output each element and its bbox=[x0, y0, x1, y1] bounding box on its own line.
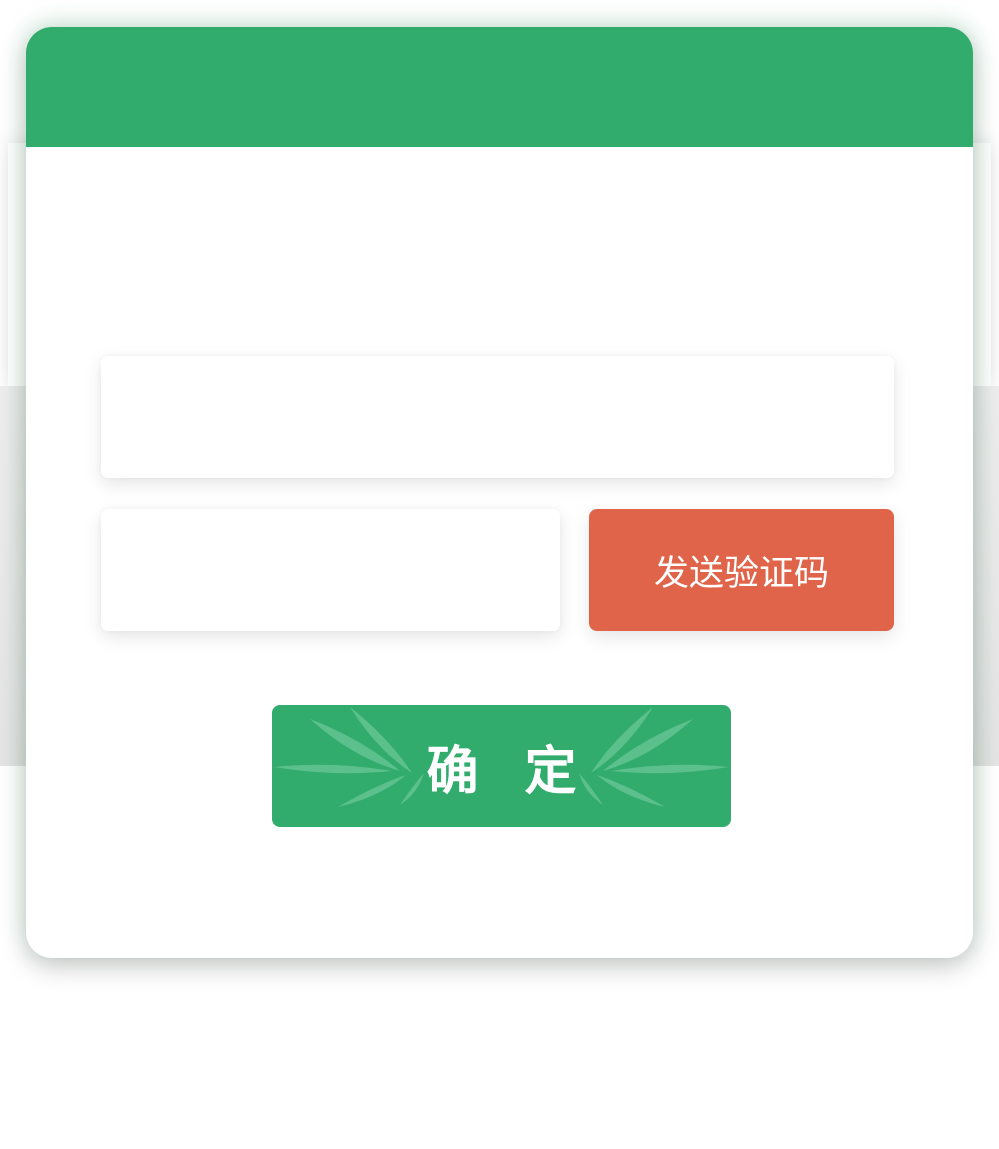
verification-dialog: 发送验证码 确 定 bbox=[26, 27, 973, 958]
dialog-header bbox=[26, 27, 973, 147]
page: 发送验证码 确 定 bbox=[0, 0, 999, 1149]
confirm-button[interactable]: 确 定 bbox=[272, 705, 731, 827]
phone-input[interactable] bbox=[101, 356, 894, 478]
send-code-label: 发送验证码 bbox=[653, 553, 829, 594]
confirm-label: 确 定 bbox=[426, 741, 591, 802]
send-code-button[interactable]: 发送验证码 bbox=[589, 509, 894, 631]
verification-code-input[interactable] bbox=[101, 509, 560, 631]
